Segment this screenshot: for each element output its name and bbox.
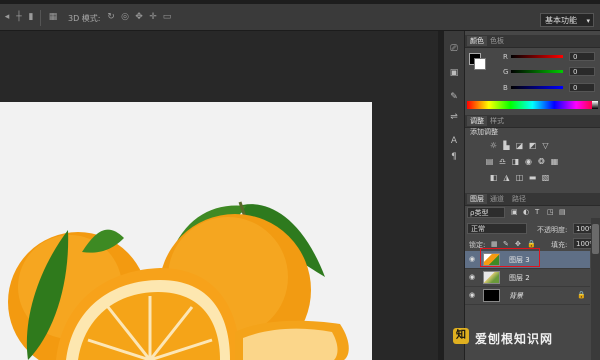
layer-row-2[interactable]: ◉ 图层 2 [465,269,590,287]
layer-row-background[interactable]: ◉ 背景 🔒 [465,287,590,305]
align-center-icon[interactable]: ┼ [14,12,24,22]
filter-type-icon[interactable]: T [535,208,539,216]
color-balance-icon[interactable]: ♎ [498,157,507,166]
blue-slider[interactable] [511,86,563,89]
tab-layers[interactable]: 图层 [467,194,487,204]
curves-icon[interactable]: ◪ [515,141,524,150]
color-lookup-icon[interactable]: ▦ [550,157,559,166]
blend-mode-select[interactable]: 正常 [467,223,527,234]
align-left-icon[interactable]: ◂ [2,12,12,22]
workspace-switcher[interactable]: 基本功能 ▾ [540,13,594,27]
3d-slide-icon[interactable]: ✛ [148,12,158,22]
adjustment-row-2: ▤ ♎ ◨ ◉ ❂ ▦ [485,157,563,167]
tab-channels[interactable]: 通道 [487,194,507,204]
layer-name: 背景 [509,292,523,300]
blend-mode-value: 正常 [471,225,485,233]
watermark-text: 爱刨根知识网 [475,332,554,346]
blue-value-field[interactable]: 0 [569,83,595,92]
separator [40,10,41,26]
brush-icon[interactable]: ✎ [448,91,460,103]
highlight-box [480,248,540,267]
panels-column: 颜色 色板 R 0 G 0 B 0 调整 样式 添加调整 ☼ ▙ ◪ ◩ ▽ ▤ ♎ ◨ ◉ ❂… [465,31,600,360]
tab-paths[interactable]: 路径 [509,194,529,204]
eye-icon[interactable]: ◉ [469,273,475,281]
layers-scrollbar[interactable] [591,218,600,360]
brightness-icon[interactable]: ☼ [489,141,498,150]
color-panel-tabs: 颜色 色板 [465,35,600,48]
character-icon[interactable]: A [448,135,460,147]
filter-shape-icon[interactable]: ◳ [547,208,554,216]
fill-label: 填充: [551,241,568,249]
document-canvas[interactable] [0,102,372,360]
filter-adjust-icon[interactable]: ◐ [523,208,529,216]
green-slider[interactable] [511,70,563,73]
3d-mode-label: 3D 模式: [68,14,101,23]
3d-scale-icon[interactable]: ▭ [162,12,172,22]
watermark-logo: 知 [453,328,469,344]
threshold-icon[interactable]: ◫ [515,173,524,182]
layer-name: 图层 2 [509,274,530,282]
scrollbar-thumb[interactable] [592,224,599,254]
channel-b-label: B [503,84,508,92]
photo-filter-icon[interactable]: ◉ [524,157,533,166]
distribute-icon[interactable]: ▮ [26,12,36,22]
exposure-icon[interactable]: ◩ [528,141,537,150]
layer-thumbnail [483,289,500,302]
filter-pixel-icon[interactable]: ▣ [511,208,518,216]
layer-kind-filter[interactable]: ρ类型 [467,207,505,218]
workspace-label: 基本功能 [545,16,577,25]
lock-transparency-icon[interactable]: ▦ [491,240,498,248]
black-white-icon[interactable]: ◨ [511,157,520,166]
background-color-swatch[interactable] [474,58,486,70]
red-slider[interactable] [511,55,563,58]
opacity-label: 不透明度: [537,226,568,234]
tab-swatches[interactable]: 色板 [487,36,507,46]
3d-pan-icon[interactable]: ✥ [134,12,144,22]
layers-panel-tabs: 图层 通道 路径 [465,193,600,206]
invert-icon[interactable]: ◧ [489,173,498,182]
eye-icon[interactable]: ◉ [469,255,475,263]
collapsed-panel-icons: ⎚ ▣ ✎ ⇌ A ¶ [444,31,465,360]
auto-align-icon[interactable]: ▦ [48,12,58,22]
brush-presets-icon[interactable]: ⇌ [448,111,460,123]
filter-smart-icon[interactable]: ▤ [559,208,566,216]
3d-rotate-icon[interactable]: ↻ [106,12,116,22]
hue-saturation-icon[interactable]: ▤ [485,157,494,166]
tab-color[interactable]: 颜色 [467,36,487,46]
lock-all-icon[interactable]: 🔒 [527,240,536,248]
green-value-field[interactable]: 0 [569,67,595,76]
adjustment-row-3: ◧ ◮ ◫ ▬ ▧ [489,173,554,183]
color-spectrum-bar[interactable] [467,101,598,109]
orange-image [0,102,372,360]
channel-g-label: G [503,68,509,76]
lock-icon: 🔒 [577,291,586,299]
history-icon[interactable]: ⎚ [448,43,460,55]
selective-color-icon[interactable]: ▧ [541,173,550,182]
tab-styles[interactable]: 样式 [487,116,507,126]
adjustment-row-1: ☼ ▙ ◪ ◩ ▽ [489,141,554,151]
options-bar: ◂ ┼ ▮ ▦ 3D 模式: ↻ ◎ ✥ ✛ ▭ 基本功能 ▾ [0,4,600,31]
red-value-field[interactable]: 0 [569,52,595,61]
eye-icon[interactable]: ◉ [469,291,475,299]
channel-mixer-icon[interactable]: ❂ [537,157,546,166]
gradient-map-icon[interactable]: ▬ [528,173,537,182]
layer-thumbnail [483,271,500,284]
3d-roll-icon[interactable]: ◎ [120,12,130,22]
chevron-down-icon: ▾ [586,17,590,25]
actions-icon[interactable]: ▣ [448,67,460,79]
paragraph-icon[interactable]: ¶ [448,151,460,163]
levels-icon[interactable]: ▙ [502,141,511,150]
channel-r-label: R [503,53,508,61]
vibrance-icon[interactable]: ▽ [541,141,550,150]
tab-adjustments[interactable]: 调整 [467,116,487,126]
lock-move-icon[interactable]: ✥ [515,240,521,248]
add-adjustment-heading: 添加调整 [470,128,498,136]
posterize-icon[interactable]: ◮ [502,173,511,182]
lock-brush-icon[interactable]: ✎ [503,240,509,248]
